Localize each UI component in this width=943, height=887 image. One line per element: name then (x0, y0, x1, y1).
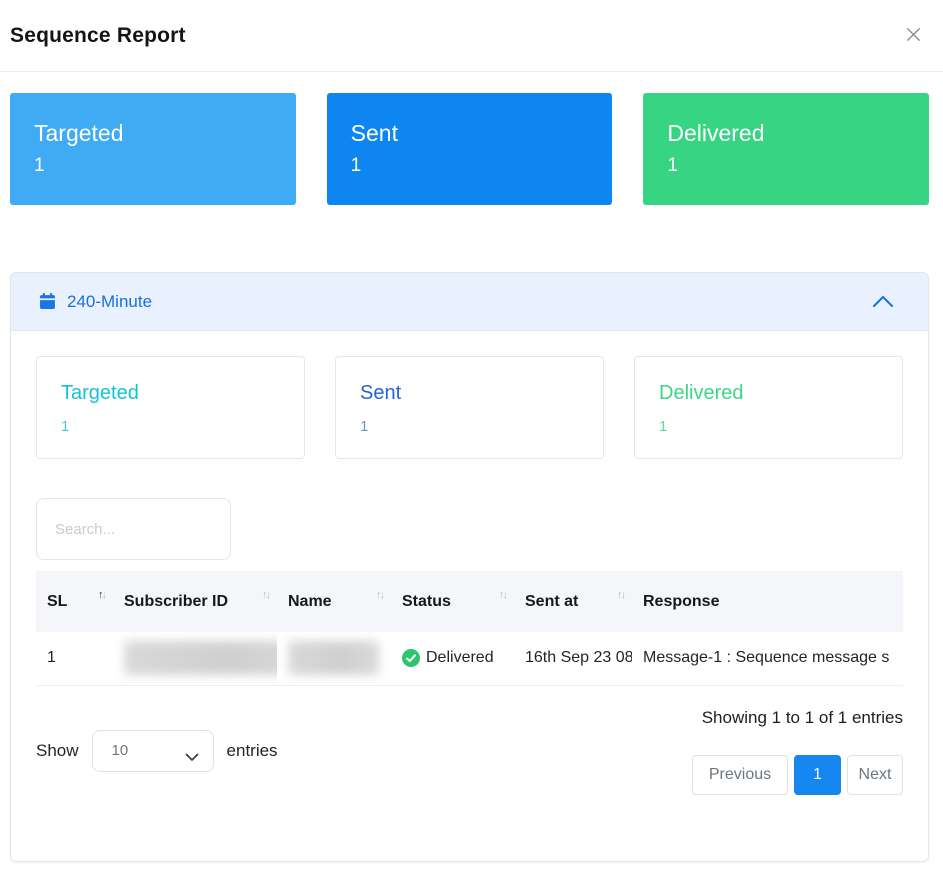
panel-header-240-minute[interactable]: 240-Minute (11, 273, 928, 331)
table-header-row: SL ↑↓ Subscriber ID ↑↓ Name ↑↓ (36, 571, 903, 632)
entries-label: entries (227, 741, 278, 761)
column-header-name[interactable]: Name ↑↓ (277, 571, 391, 632)
column-header-subscriber-id[interactable]: Subscriber ID ↑↓ (113, 571, 277, 632)
stat-card-label: Delivered (659, 381, 902, 405)
panel-title: 240-Minute (67, 292, 152, 312)
cell-status: Delivered (391, 632, 514, 685)
panel-body: Targeted 1 Sent 1 Delivered 1 (11, 331, 928, 861)
summary-card-value: 1 (667, 155, 929, 177)
cell-name (277, 632, 391, 685)
report-table: SL ↑↓ Subscriber ID ↑↓ Name ↑↓ (36, 571, 903, 686)
column-label: SL (47, 593, 67, 611)
summary-card-targeted: Targeted 1 (10, 93, 296, 205)
table-footer: Show 10 entries Showing 1 to 1 of 1 entr… (36, 707, 903, 795)
column-header-response[interactable]: Response (632, 571, 903, 632)
search-input[interactable] (36, 498, 231, 560)
sort-icon[interactable]: ↑↓ (376, 589, 383, 601)
column-header-status[interactable]: Status ↑↓ (391, 571, 514, 632)
summary-card-value: 1 (351, 155, 613, 177)
cell-response: Message-1 : Sequence message s (632, 632, 903, 685)
close-icon (904, 25, 923, 47)
table-row: 1 (36, 632, 903, 685)
summary-card-label: Targeted (34, 119, 296, 148)
redacted-name (288, 641, 379, 675)
sequence-step-panel: 240-Minute Targeted 1 Sent 1 Delivered 1 (10, 272, 929, 862)
stat-card-value: 1 (360, 418, 603, 435)
summary-card-label: Delivered (667, 119, 929, 148)
stat-card-targeted: Targeted 1 (36, 356, 305, 459)
column-label: Name (288, 593, 332, 611)
close-button[interactable] (900, 23, 926, 49)
cell-sent-at: 16th Sep 23 08:18 (514, 632, 632, 685)
previous-page-button[interactable]: Previous (692, 755, 788, 795)
cell-subscriber-id (113, 632, 277, 685)
panel-stat-cards-row: Targeted 1 Sent 1 Delivered 1 (36, 356, 903, 459)
summary-card-sent: Sent 1 (327, 93, 613, 205)
chevron-up-icon[interactable] (872, 295, 894, 308)
cell-sl: 1 (36, 632, 113, 685)
pagination-area: Showing 1 to 1 of 1 entries Previous 1 N… (692, 707, 903, 795)
calendar-icon (39, 293, 56, 310)
modal-header: Sequence Report (0, 0, 943, 72)
redacted-subscriber-id (124, 641, 277, 675)
page-title: Sequence Report (10, 24, 186, 48)
sort-icon[interactable]: ↑↓ (98, 589, 105, 601)
delivered-check-icon (402, 649, 420, 667)
page-1-button[interactable]: 1 (794, 755, 841, 795)
show-label: Show (36, 741, 79, 761)
next-page-button[interactable]: Next (847, 755, 903, 795)
column-label: Response (643, 593, 719, 611)
column-label: Sent at (525, 593, 578, 611)
page-size-select[interactable]: 10 (92, 730, 214, 772)
pagination: Previous 1 Next (692, 755, 903, 795)
sort-icon[interactable]: ↑↓ (262, 589, 269, 601)
entries-summary: Showing 1 to 1 of 1 entries (702, 707, 903, 729)
column-header-sl[interactable]: SL ↑↓ (36, 571, 113, 632)
summary-card-value: 1 (34, 155, 296, 177)
summary-cards-row: Targeted 1 Sent 1 Delivered 1 (0, 93, 943, 205)
sort-icon[interactable]: ↑↓ (617, 589, 624, 601)
stat-card-label: Sent (360, 381, 603, 405)
stat-card-value: 1 (659, 418, 902, 435)
sort-icon[interactable]: ↑↓ (499, 589, 506, 601)
stat-card-value: 1 (61, 418, 304, 435)
stat-card-label: Targeted (61, 381, 304, 405)
column-header-sent-at[interactable]: Sent at ↑↓ (514, 571, 632, 632)
column-label: Subscriber ID (124, 593, 228, 611)
stat-card-sent: Sent 1 (335, 356, 604, 459)
status-badge: Delivered (426, 649, 494, 667)
summary-card-delivered: Delivered 1 (643, 93, 929, 205)
page-size-control: Show 10 entries (36, 707, 278, 795)
column-label: Status (402, 593, 451, 611)
stat-card-delivered: Delivered 1 (634, 356, 903, 459)
summary-card-label: Sent (351, 119, 613, 148)
